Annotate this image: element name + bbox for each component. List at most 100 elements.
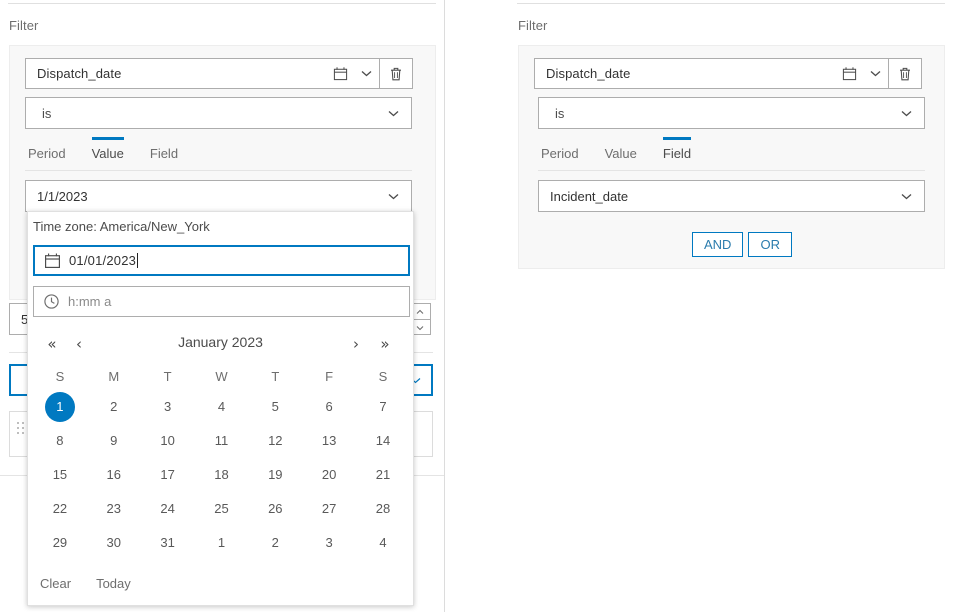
left-tab-value[interactable]: Value [91, 137, 124, 168]
left-operator-value: is [42, 105, 52, 121]
left-value-text: 1/1/2023 [37, 188, 88, 204]
calendar-day[interactable]: 22 [33, 492, 87, 526]
trash-icon [389, 66, 403, 82]
weekday-label: S [55, 369, 65, 384]
calendar-day[interactable]: 28 [356, 492, 410, 526]
clear-button[interactable]: Clear [40, 576, 71, 591]
left-filter-heading: Filter [9, 18, 39, 33]
calendar-footer: Clear Today [40, 576, 156, 591]
calendar-day[interactable]: 16 [87, 458, 141, 492]
right-value-select[interactable]: Incident_date [538, 180, 925, 212]
calendar-week-row: 29 30 31 1 2 3 4 [33, 526, 410, 560]
calendar-day[interactable]: 10 [141, 424, 195, 458]
weekday-label: T [163, 369, 172, 384]
left-field-select[interactable]: Dispatch_date [25, 58, 380, 89]
left-value-select[interactable]: 1/1/2023 [25, 180, 412, 212]
calendar-icon [35, 252, 69, 269]
trash-icon [898, 66, 912, 82]
clock-icon [34, 293, 68, 310]
calendar-day[interactable]: 7 [356, 390, 410, 424]
calendar-day[interactable]: 20 [302, 458, 356, 492]
calendar-day[interactable]: 9 [87, 424, 141, 458]
logic-operator-row: AND OR [692, 232, 792, 257]
calendar-day[interactable]: 31 [141, 526, 195, 560]
next-year-button[interactable]: » [372, 330, 398, 358]
left-tab-field[interactable]: Field [150, 137, 178, 168]
calendar-day[interactable]: 15 [33, 458, 87, 492]
date-input-value: 01/01/2023 [69, 253, 137, 268]
left-tab-period[interactable]: Period [28, 137, 66, 168]
right-delete-filter-button[interactable] [889, 58, 922, 89]
left-panel-top-divider [8, 3, 436, 4]
calendar-day[interactable]: 29 [33, 526, 87, 560]
next-month-button[interactable]: › [343, 330, 369, 358]
today-button[interactable]: Today [96, 576, 131, 591]
left-field-row: Dispatch_date [25, 58, 413, 89]
chevron-down-icon[interactable] [862, 58, 888, 89]
calendar-day[interactable]: 4 [356, 526, 410, 560]
right-tab-period[interactable]: Period [541, 137, 579, 168]
calendar-day[interactable]: 3 [141, 390, 195, 424]
calendar-day[interactable]: 27 [302, 492, 356, 526]
calendar-day[interactable]: 24 [141, 492, 195, 526]
calendar-day[interactable]: 8 [33, 424, 87, 458]
calendar-day[interactable]: 13 [302, 424, 356, 458]
calendar-day[interactable]: 21 [356, 458, 410, 492]
calendar-day[interactable]: 14 [356, 424, 410, 458]
date-input[interactable]: 01/01/2023 [33, 245, 410, 276]
time-input-placeholder: h:mm a [68, 294, 112, 309]
calendar-day[interactable]: 25 [195, 492, 249, 526]
calendar-day[interactable]: 1 [33, 390, 87, 424]
weekday-label: T [271, 369, 280, 384]
timezone-label: Time zone: America/New_York [33, 219, 210, 234]
right-tab-value[interactable]: Value [605, 137, 637, 168]
left-tabs-divider [25, 170, 412, 171]
right-field-row: Dispatch_date [534, 58, 922, 89]
left-tabs: Period Value Field [28, 137, 204, 168]
chevron-down-icon [901, 110, 924, 117]
right-tabs-divider [538, 170, 925, 171]
right-filter-heading: Filter [518, 18, 548, 33]
calendar-day[interactable]: 3 [302, 526, 356, 560]
calendar-day[interactable]: 1 [195, 526, 249, 560]
calendar-icon [327, 58, 353, 89]
left-operator-select[interactable]: is [25, 97, 412, 129]
calendar-day[interactable]: 2 [248, 526, 302, 560]
weekday-label: M [108, 369, 120, 384]
calendar-day[interactable]: 18 [195, 458, 249, 492]
chevron-down-icon [388, 110, 411, 117]
right-operator-select[interactable]: is [538, 97, 925, 129]
calendar-day[interactable]: 19 [248, 458, 302, 492]
chevron-down-icon[interactable] [353, 58, 379, 89]
right-field-select[interactable]: Dispatch_date [534, 58, 889, 89]
calendar-day[interactable]: 6 [302, 390, 356, 424]
calendar-day[interactable]: 23 [87, 492, 141, 526]
date-picker-popup: Time zone: America/New_York 01/01/2023 h… [27, 211, 414, 606]
right-tab-field[interactable]: Field [662, 137, 692, 168]
calendar-day[interactable]: 5 [248, 390, 302, 424]
left-delete-filter-button[interactable] [380, 58, 413, 89]
or-button[interactable]: OR [748, 232, 792, 257]
left-filter-panel: Filter Ma 5 Sor Dispatch_date [0, 0, 444, 612]
and-button[interactable]: AND [692, 232, 744, 257]
calendar-day[interactable]: 2 [87, 390, 141, 424]
calendar-grid: S M T W T F S 1 2 3 4 5 6 7 8 9 10 11 12… [33, 364, 410, 560]
text-cursor [137, 253, 139, 268]
right-value-text: Incident_date [550, 188, 629, 204]
calendar-day[interactable]: 4 [195, 390, 249, 424]
calendar-header: « ‹ January 2023 › » [28, 330, 413, 360]
calendar-day[interactable]: 12 [248, 424, 302, 458]
weekday-label: F [325, 369, 334, 384]
time-input[interactable]: h:mm a [33, 286, 410, 317]
calendar-day[interactable]: 30 [87, 526, 141, 560]
calendar-day[interactable]: 11 [195, 424, 249, 458]
calendar-week-row: 1 2 3 4 5 6 7 [33, 390, 410, 424]
calendar-week-row: 8 9 10 11 12 13 14 [33, 424, 410, 458]
calendar-day[interactable]: 26 [248, 492, 302, 526]
calendar-icon [836, 58, 862, 89]
right-field-value: Dispatch_date [546, 66, 631, 81]
right-tabs: Period Value Field [541, 137, 717, 168]
chevron-down-icon [388, 193, 411, 200]
weekday-label: W [215, 369, 228, 384]
calendar-day[interactable]: 17 [141, 458, 195, 492]
